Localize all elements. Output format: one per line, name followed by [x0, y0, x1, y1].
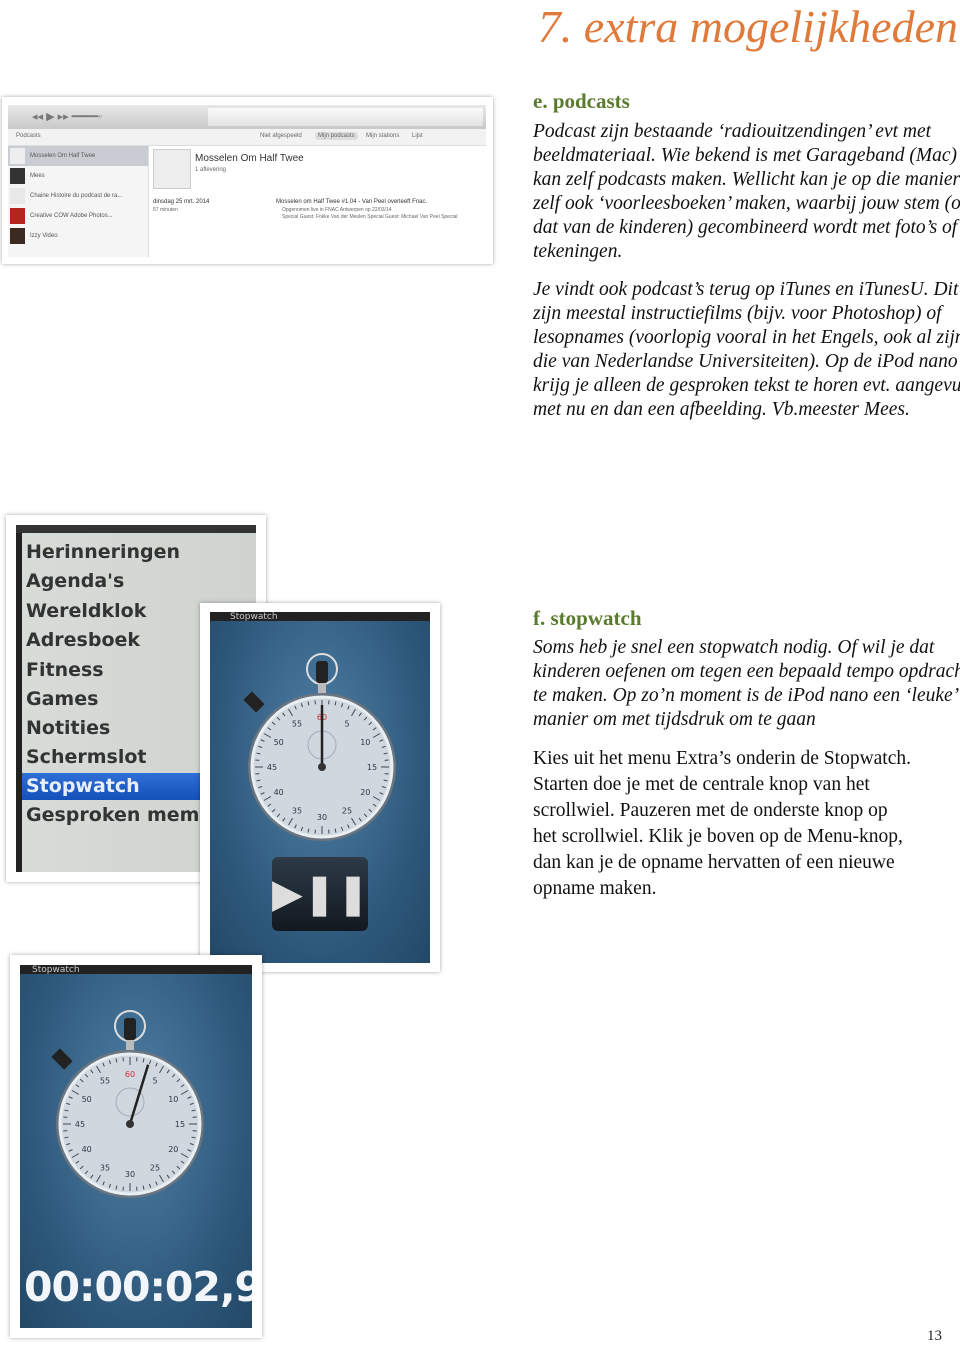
stopwatch-paragraph-2: Kies uit het menu Extra’s onderin de Sto… [533, 748, 912, 899]
dial-number: 5 [344, 720, 349, 729]
dial-number: 30 [317, 813, 327, 822]
itunes-toolbar: ◂◂ ▶ ▸▸ ━━━━◦ [8, 105, 486, 129]
apple-logo-icon [208, 108, 483, 126]
podcast-artwork-icon [153, 149, 191, 189]
dial-number: 35 [292, 806, 302, 815]
dial-number: 10 [168, 1095, 178, 1104]
dial-number: 25 [342, 806, 352, 815]
dial-number: 55 [292, 720, 302, 729]
stopwatch-dial-icon: 60 5 10 15 20 25 30 35 40 45 50 55 [51, 1010, 204, 1198]
dial-number: 5 [152, 1077, 157, 1086]
dial-number: 50 [274, 738, 284, 747]
stopwatch-paragraph-1: Soms heb je snel een stopwatch nodig. Of… [533, 637, 960, 730]
document-page: 7. extra mogelijkheden ◂◂ ▶ ▸▸ ━━━━◦ Pod… [0, 0, 960, 1348]
menu-item: Herinneringen [26, 541, 181, 563]
menu-item: Agenda's [26, 570, 125, 592]
menu-item: Games [26, 688, 99, 710]
menu-item: Schermslot [26, 746, 147, 768]
itunes-sidebar: Mosselen Om Half Twee Mees Chaine Histoi… [8, 146, 149, 257]
stopwatch-dial-icon: 60510152025303540455055 [243, 653, 396, 841]
screen-header: Stopwatch [20, 965, 252, 975]
playback-controls-icon: ◂◂ ▶ ▸▸ ━━━━◦ [32, 111, 103, 123]
list-item: Mosselen Om Half Twee [8, 146, 148, 166]
ipod-stopwatch-running-photo: Stopwatch 60 5 10 15 20 25 30 35 40 45 50 55 00:00:… [10, 955, 262, 1338]
screen-header: Stopwatch [210, 612, 430, 622]
elapsed-time: 00:00:02,9 [24, 1263, 252, 1311]
dial-number: 10 [360, 738, 370, 747]
section-heading-stopwatch: f. stopwatch [533, 606, 642, 630]
podcasts-paragraph-2: Je vindt ook podcast’s terug op iTunes e… [533, 279, 960, 420]
dial-number: 40 [82, 1145, 92, 1154]
menu-item: Wereldklok [26, 600, 147, 622]
list-item: Creative COW Adobe Photos... [8, 206, 148, 226]
list-item: Mees [8, 166, 148, 186]
dial-number: 35 [100, 1163, 110, 1172]
ipod-stopwatch-photo: Stopwatch 60510152025303540455055 ▶❚❚ [200, 603, 440, 972]
dial-number: 30 [125, 1170, 135, 1179]
section-heading-podcasts: e. podcasts [533, 89, 630, 113]
dial-number: 20 [360, 788, 370, 797]
dial-number: 20 [168, 1145, 178, 1154]
list-item: Izzy Video [8, 226, 148, 246]
dial-number: 55 [100, 1077, 110, 1086]
dial-number: 45 [75, 1120, 85, 1129]
dial-number: 25 [150, 1163, 160, 1172]
play-pause-icon: ▶❚❚ [272, 857, 370, 931]
podcasts-paragraph-1: Podcast zijn bestaande ‘radiouitzendinge… [533, 121, 960, 262]
dial-number: 50 [82, 1095, 92, 1104]
page-number: 13 [927, 1328, 942, 1344]
dial-number: 40 [274, 788, 284, 797]
dial-number: 15 [175, 1120, 185, 1129]
dial-number: 15 [367, 763, 377, 772]
menu-item: Adresboek [26, 629, 141, 651]
itunes-navbar: Podcasts Niet afgespeeld Mijn podcasts M… [8, 129, 486, 146]
dial-number: 60 [125, 1070, 135, 1079]
menu-item: Fitness [26, 659, 104, 681]
list-item: Chaine Histoire du podcast de ra... [8, 186, 148, 206]
menu-item: Notities [26, 717, 111, 739]
chapter-title: 7. extra mogelijkheden [537, 1, 958, 52]
itunes-screenshot-photo: ◂◂ ▶ ▸▸ ━━━━◦ Podcasts Niet afgespeeld M… [2, 97, 493, 264]
dial-number: 45 [267, 763, 277, 772]
